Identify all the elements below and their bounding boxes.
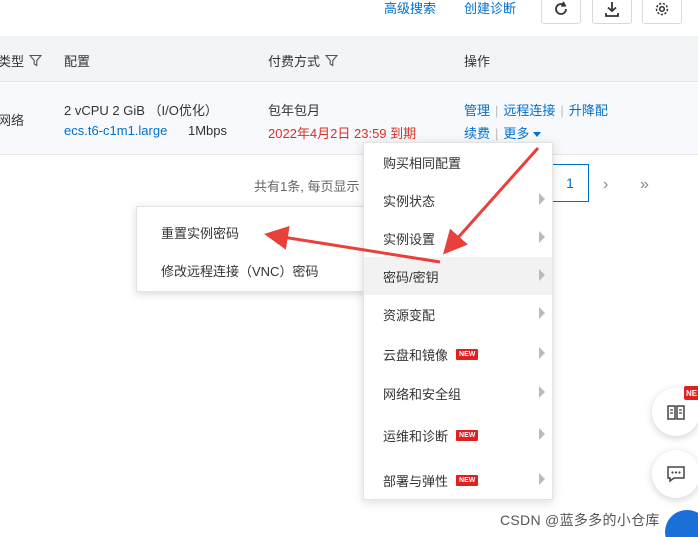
reset-password-item[interactable]: 重置实例密码: [161, 223, 239, 242]
book-icon: [667, 405, 685, 420]
menu-item-resource-change[interactable]: 资源变配: [364, 295, 552, 333]
pagination-summary: 共有1条, 每页显示: [254, 179, 360, 194]
create-diagnosis-link[interactable]: 创建诊断: [464, 0, 516, 17]
menu-item-disk-image[interactable]: 云盘和镜像 NEW: [364, 335, 552, 373]
header-billing[interactable]: 付费方式: [268, 51, 339, 70]
menu-item-instance-status[interactable]: 实例状态: [364, 181, 552, 219]
chevron-right-icon: [539, 307, 545, 319]
page-number-button[interactable]: 1: [551, 164, 589, 202]
menu-item-password-key[interactable]: 密码/密钥: [364, 257, 552, 295]
renew-link[interactable]: 续费: [464, 126, 490, 141]
chevron-right-icon: [539, 347, 545, 359]
chevron-right-icon: [539, 428, 545, 440]
bandwidth: 1Mbps: [188, 123, 228, 138]
manage-link[interactable]: 管理: [464, 103, 490, 118]
config-spec: 2 vCPU 2 GiB （I/O优化）: [64, 103, 218, 118]
caret-down-icon: [533, 131, 542, 137]
header-actions: 操作: [464, 54, 491, 69]
billing-type: 包年包月: [268, 103, 321, 118]
header-type[interactable]: 类型: [0, 51, 43, 70]
assistant-float-button[interactable]: [665, 510, 698, 537]
expiry-date: 2022年4月2日 23:59 到期: [268, 126, 417, 141]
watermark: CSDN @蓝多多的小仓库: [500, 512, 660, 528]
modify-vnc-password-item[interactable]: 修改远程连接（VNC）密码: [161, 261, 318, 280]
remote-connect-link[interactable]: 远程连接: [503, 103, 555, 118]
menu-item-ops-diagnosis[interactable]: 运维和诊断 NEW: [364, 416, 552, 454]
table-header: 类型 配置 付费方式 操作: [0, 36, 698, 82]
new-badge: NEW: [456, 474, 479, 486]
instance-type-link[interactable]: ecs.t6-c1m1.large: [64, 123, 167, 138]
new-badge: NEW: [456, 348, 479, 360]
last-page-icon[interactable]: »: [640, 176, 649, 194]
chevron-right-icon: [539, 473, 545, 485]
new-badge: NEW: [456, 429, 479, 441]
filter-icon[interactable]: [29, 54, 43, 67]
menu-item-deploy-elastic[interactable]: 部署与弹性 NEW: [364, 461, 552, 499]
chat-float-button[interactable]: [652, 450, 698, 498]
chevron-right-icon: [539, 193, 545, 205]
refresh-icon: [555, 1, 567, 15]
upgrade-link[interactable]: 升降配: [569, 103, 608, 118]
download-button[interactable]: [592, 0, 632, 24]
next-page-icon[interactable]: ›: [603, 176, 608, 194]
header-config: 配置: [64, 54, 91, 69]
action-links-line2: 续费 | 更多: [464, 123, 542, 142]
more-dropdown[interactable]: 更多: [503, 126, 542, 141]
action-links-line1: 管理 | 远程连接 | 升降配: [464, 103, 608, 118]
settings-button[interactable]: [642, 0, 682, 24]
ne-badge: NE: [684, 386, 698, 400]
network-cell: 网络: [0, 113, 25, 128]
chat-icon: [667, 466, 685, 483]
chevron-right-icon: [539, 386, 545, 398]
gear-icon: [655, 2, 669, 16]
table-row: 网络 2 vCPU 2 GiB （I/O优化） ecs.t6-c1m1.larg…: [0, 83, 698, 155]
password-submenu: 重置实例密码 修改远程连接（VNC）密码: [136, 206, 368, 292]
download-icon: [605, 2, 619, 17]
refresh-button[interactable]: [541, 0, 581, 24]
menu-item-instance-settings[interactable]: 实例设置: [364, 219, 552, 257]
menu-item-buy-same[interactable]: 购买相同配置: [364, 143, 552, 181]
filter-icon[interactable]: [325, 54, 339, 67]
menu-item-network-security[interactable]: 网络和安全组: [364, 374, 552, 412]
more-menu: 购买相同配置 实例状态 实例设置 密码/密钥 资源变配 云盘和镜像 NEW 网络…: [363, 142, 553, 500]
chevron-right-icon: [539, 231, 545, 243]
chevron-right-icon: [539, 269, 545, 281]
advanced-search-link[interactable]: 高级搜索: [384, 0, 436, 17]
